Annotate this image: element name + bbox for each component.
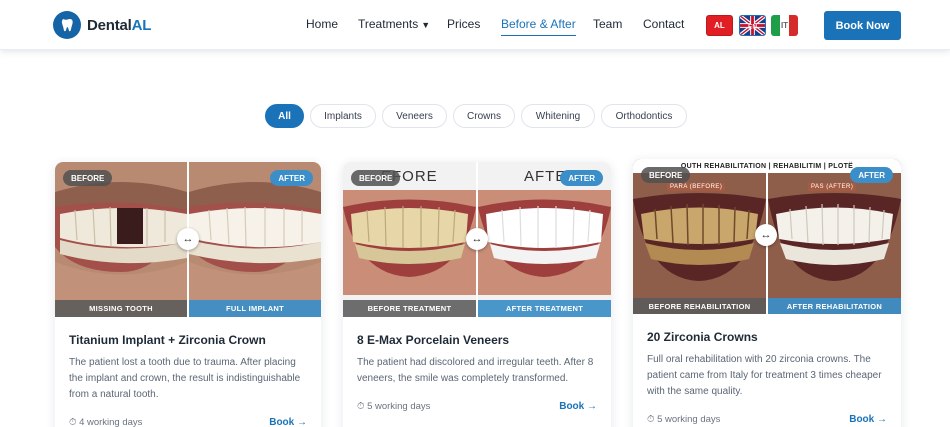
card-footer: ⏱ 4 working days Book → <box>69 415 307 427</box>
book-link[interactable]: Book → <box>269 417 307 427</box>
filter-bar: All Implants Veneers Crowns Whitening Or… <box>0 104 950 128</box>
before-after-slider[interactable]: PARA (BEFORE) PAS (AFTER) OUTH REHABILIT… <box>633 159 901 314</box>
after-caption: AFTER TREATMENT <box>478 300 611 317</box>
before-after-slider[interactable]: ↔ BEFORE AFTER MISSING TOOTH FULL IMPLAN… <box>55 162 321 317</box>
after-badge: AFTER <box>560 170 603 186</box>
card-footer: ⏱ 5 working days Book → <box>647 412 887 426</box>
before-badge: BEFORE <box>641 167 691 183</box>
compare-arrows-icon[interactable]: ↔ <box>466 228 488 250</box>
book-link[interactable]: Book → <box>849 414 887 425</box>
clock-icon: ⏱ <box>357 400 368 412</box>
filter-whitening[interactable]: Whitening <box>521 104 595 128</box>
case-card: ↔ BEFORE AFTER MISSING TOOTH FULL IMPLAN… <box>55 162 321 427</box>
filter-all[interactable]: All <box>265 104 304 128</box>
card-description: The patient lost a tooth due to trauma. … <box>69 357 301 400</box>
before-badge: BEFORE <box>351 170 401 186</box>
compare-arrows-icon[interactable]: ↔ <box>755 224 777 246</box>
svg-text:EN: EN <box>748 23 757 30</box>
uk-flag-icon: EN <box>740 16 765 35</box>
before-caption: BEFORE REHABILITATION <box>633 298 766 314</box>
nav-prices[interactable]: Prices <box>447 17 480 31</box>
before-after-slider[interactable]: EFORE AFTE ↔ BEFORE AFTER BEFORE TREATME… <box>343 162 611 317</box>
main-nav: Home Treatments ▼ Prices Before & After T… <box>0 17 950 37</box>
card-title: Titanium Implant + Zirconia Crown <box>69 333 266 347</box>
after-caption: AFTER REHABILITATION <box>768 298 901 314</box>
card-body: 20 Zirconia Crowns Full oral rehabilitat… <box>633 314 901 400</box>
after-badge: AFTER <box>270 170 313 186</box>
nav-treatments-label: Treatments <box>358 17 419 31</box>
filter-veneers[interactable]: Veneers <box>382 104 447 128</box>
filter-implants[interactable]: Implants <box>310 104 376 128</box>
filter-crowns[interactable]: Crowns <box>453 104 515 128</box>
lang-it-button[interactable]: IT <box>771 15 798 36</box>
card-title: 8 E-Max Porcelain Veneers <box>357 333 510 347</box>
duration-text: ⏱ 4 working days <box>69 416 143 427</box>
clock-icon: ⏱ <box>647 413 658 425</box>
duration-text: ⏱ 5 working days <box>357 400 431 412</box>
card-description: The patient had discolored and irregular… <box>357 357 594 384</box>
after-badge: AFTER <box>850 167 893 183</box>
nav-before-after[interactable]: Before & After <box>501 17 576 36</box>
compare-arrows-icon[interactable]: ↔ <box>177 228 199 250</box>
before-badge: BEFORE <box>63 170 113 186</box>
caret-down-icon: ▼ <box>421 20 431 30</box>
card-description: Full oral rehabilitation with 20 zirconi… <box>647 354 882 397</box>
card-body: 8 E-Max Porcelain Veneers The patient ha… <box>343 317 611 387</box>
photo-label: PAS (AFTER) <box>808 183 857 191</box>
nav-team[interactable]: Team <box>593 17 622 31</box>
case-card: PARA (BEFORE) PAS (AFTER) OUTH REHABILIT… <box>633 159 901 427</box>
book-link[interactable]: Book → <box>559 401 597 412</box>
lang-al-button[interactable]: AL <box>706 15 733 36</box>
nav-treatments[interactable]: Treatments ▼ <box>358 17 430 31</box>
nav-home[interactable]: Home <box>306 17 338 31</box>
case-card: EFORE AFTE ↔ BEFORE AFTER BEFORE TREATME… <box>343 162 611 427</box>
before-caption: MISSING TOOTH <box>55 300 187 317</box>
card-body: Titanium Implant + Zirconia Crown The pa… <box>55 317 321 403</box>
site-header: DentalAL Home Treatments ▼ Prices Before … <box>0 0 950 50</box>
filter-orthodontics[interactable]: Orthodontics <box>601 104 687 128</box>
before-caption: BEFORE TREATMENT <box>343 300 476 317</box>
lang-en-button[interactable]: EN <box>739 15 766 36</box>
after-caption: FULL IMPLANT <box>189 300 321 317</box>
nav-contact[interactable]: Contact <box>643 17 684 31</box>
clock-icon: ⏱ <box>69 416 80 427</box>
duration-text: ⏱ 5 working days <box>647 413 721 425</box>
card-footer: ⏱ 5 working days Book → <box>357 399 597 413</box>
card-title: 20 Zirconia Crowns <box>647 330 758 344</box>
book-now-button[interactable]: Book Now <box>824 11 901 40</box>
photo-label: PARA (BEFORE) <box>667 183 726 191</box>
